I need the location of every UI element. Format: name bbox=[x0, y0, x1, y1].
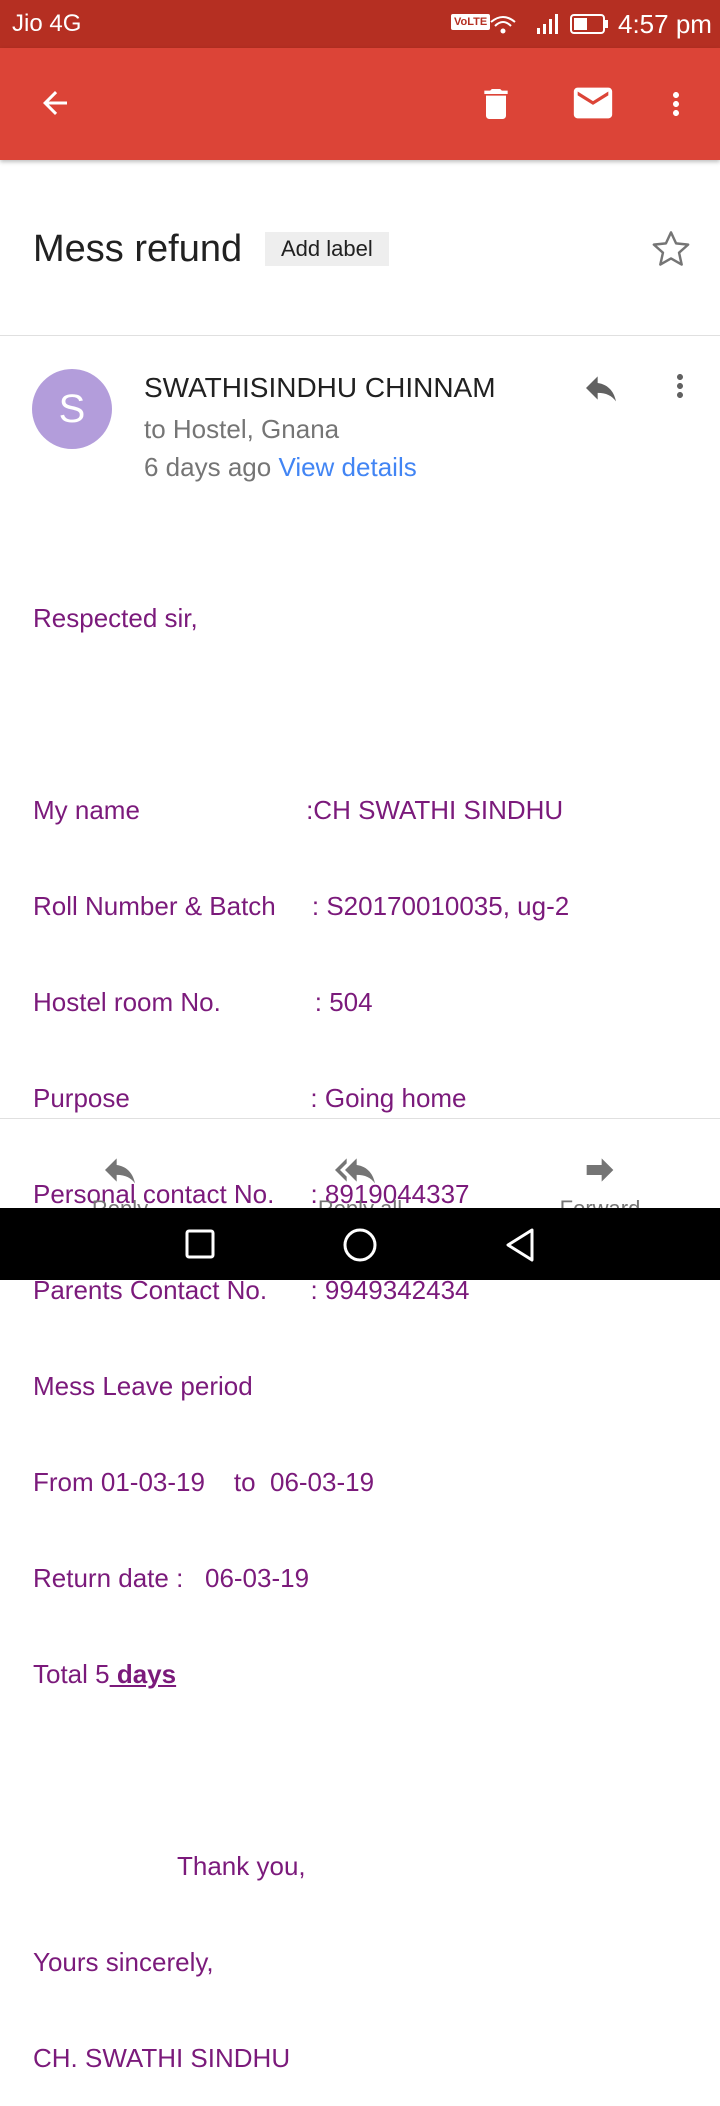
mail-icon bbox=[573, 87, 613, 119]
back-button[interactable] bbox=[30, 78, 80, 128]
carrier-name: Jio 4G bbox=[12, 10, 82, 37]
avatar[interactable]: S bbox=[32, 369, 112, 449]
more-vert-icon bbox=[677, 374, 683, 398]
body-line-thanks: Thank you, bbox=[33, 1851, 306, 1881]
add-label-button[interactable]: Add label bbox=[265, 232, 389, 266]
more-options-button[interactable] bbox=[656, 78, 696, 130]
body-line-total: Total 5 days bbox=[33, 1658, 569, 1690]
volte-badge: VoLTE bbox=[451, 14, 491, 30]
body-line-from-to: From 01-03-19 to 06-03-19 bbox=[33, 1467, 375, 1497]
body-line-return-date: Return date : 06-03-19 bbox=[33, 1563, 310, 1593]
reply-all-button[interactable]: Reply all bbox=[270, 1150, 450, 1208]
body-line-roll: Roll Number & Batch : S20170010035, ug-2 bbox=[33, 891, 570, 921]
subject-row: Mess refund Add label bbox=[0, 160, 720, 336]
reply-label: Reply bbox=[30, 1196, 210, 1208]
arrow-back-icon bbox=[43, 91, 67, 115]
body-line-room: Hostel room No. : 504 bbox=[33, 987, 373, 1017]
total-text: Total 5 bbox=[33, 1659, 110, 1689]
back-triangle-icon[interactable] bbox=[504, 1227, 536, 1263]
mark-unread-button[interactable] bbox=[566, 76, 620, 130]
clock: 4:57 pm bbox=[618, 9, 712, 39]
divider bbox=[0, 1118, 720, 1119]
delete-button[interactable] bbox=[470, 78, 522, 130]
reply-icon bbox=[586, 376, 616, 402]
sender-name: SWATHISINDHU CHINNAM bbox=[144, 372, 496, 403]
battery-icon bbox=[570, 14, 608, 34]
trash-icon bbox=[484, 89, 508, 119]
body-line-name: My name :CH SWATHI SINDHU bbox=[33, 795, 564, 825]
reply-all-icon bbox=[335, 1158, 375, 1184]
body-line-signature: CH. SWATHI SINDHU bbox=[33, 2043, 291, 2073]
message-timestamp: 6 days ago View details bbox=[144, 452, 417, 483]
time-ago: 6 days ago bbox=[144, 452, 272, 482]
star-outline-icon bbox=[652, 231, 690, 266]
star-button[interactable] bbox=[648, 226, 694, 272]
reply-button[interactable]: Reply bbox=[30, 1150, 210, 1208]
body-line-purpose: Purpose : Going home bbox=[33, 1083, 467, 1113]
status-bar: Jio 4G VoLTE 4:57 pm bbox=[0, 0, 720, 48]
recents-square-icon[interactable] bbox=[184, 1228, 216, 1260]
reply-icon bbox=[105, 1158, 135, 1184]
reply-button-header[interactable] bbox=[576, 366, 626, 410]
message-body: Respected sir, My name :CH SWATHI SINDHU… bbox=[33, 538, 569, 2106]
forward-icon bbox=[586, 1158, 614, 1182]
app-bar bbox=[0, 48, 720, 160]
more-vert-icon bbox=[673, 92, 679, 116]
system-nav-bar bbox=[0, 1208, 720, 1280]
view-details-link[interactable]: View details bbox=[278, 452, 416, 482]
wifi-calling-icon bbox=[490, 16, 516, 34]
home-circle-icon[interactable] bbox=[342, 1227, 378, 1263]
recipients: to Hostel, Gnana bbox=[144, 414, 340, 444]
body-line-leave-period: Mess Leave period bbox=[33, 1371, 253, 1401]
body-line-blank bbox=[33, 698, 569, 730]
email-subject: Mess refund bbox=[33, 228, 243, 270]
forward-label: Forward bbox=[510, 1196, 690, 1208]
total-days-text: days bbox=[109, 1659, 177, 1689]
body-line-blank bbox=[33, 1754, 569, 1786]
body-line-closing: Yours sincerely, bbox=[33, 1947, 214, 1977]
body-line-greeting: Respected sir, bbox=[33, 603, 198, 633]
message-more-button[interactable] bbox=[660, 364, 700, 408]
forward-button[interactable]: Forward bbox=[510, 1150, 690, 1208]
signal-icon bbox=[537, 14, 558, 34]
reply-all-label: Reply all bbox=[270, 1196, 450, 1208]
